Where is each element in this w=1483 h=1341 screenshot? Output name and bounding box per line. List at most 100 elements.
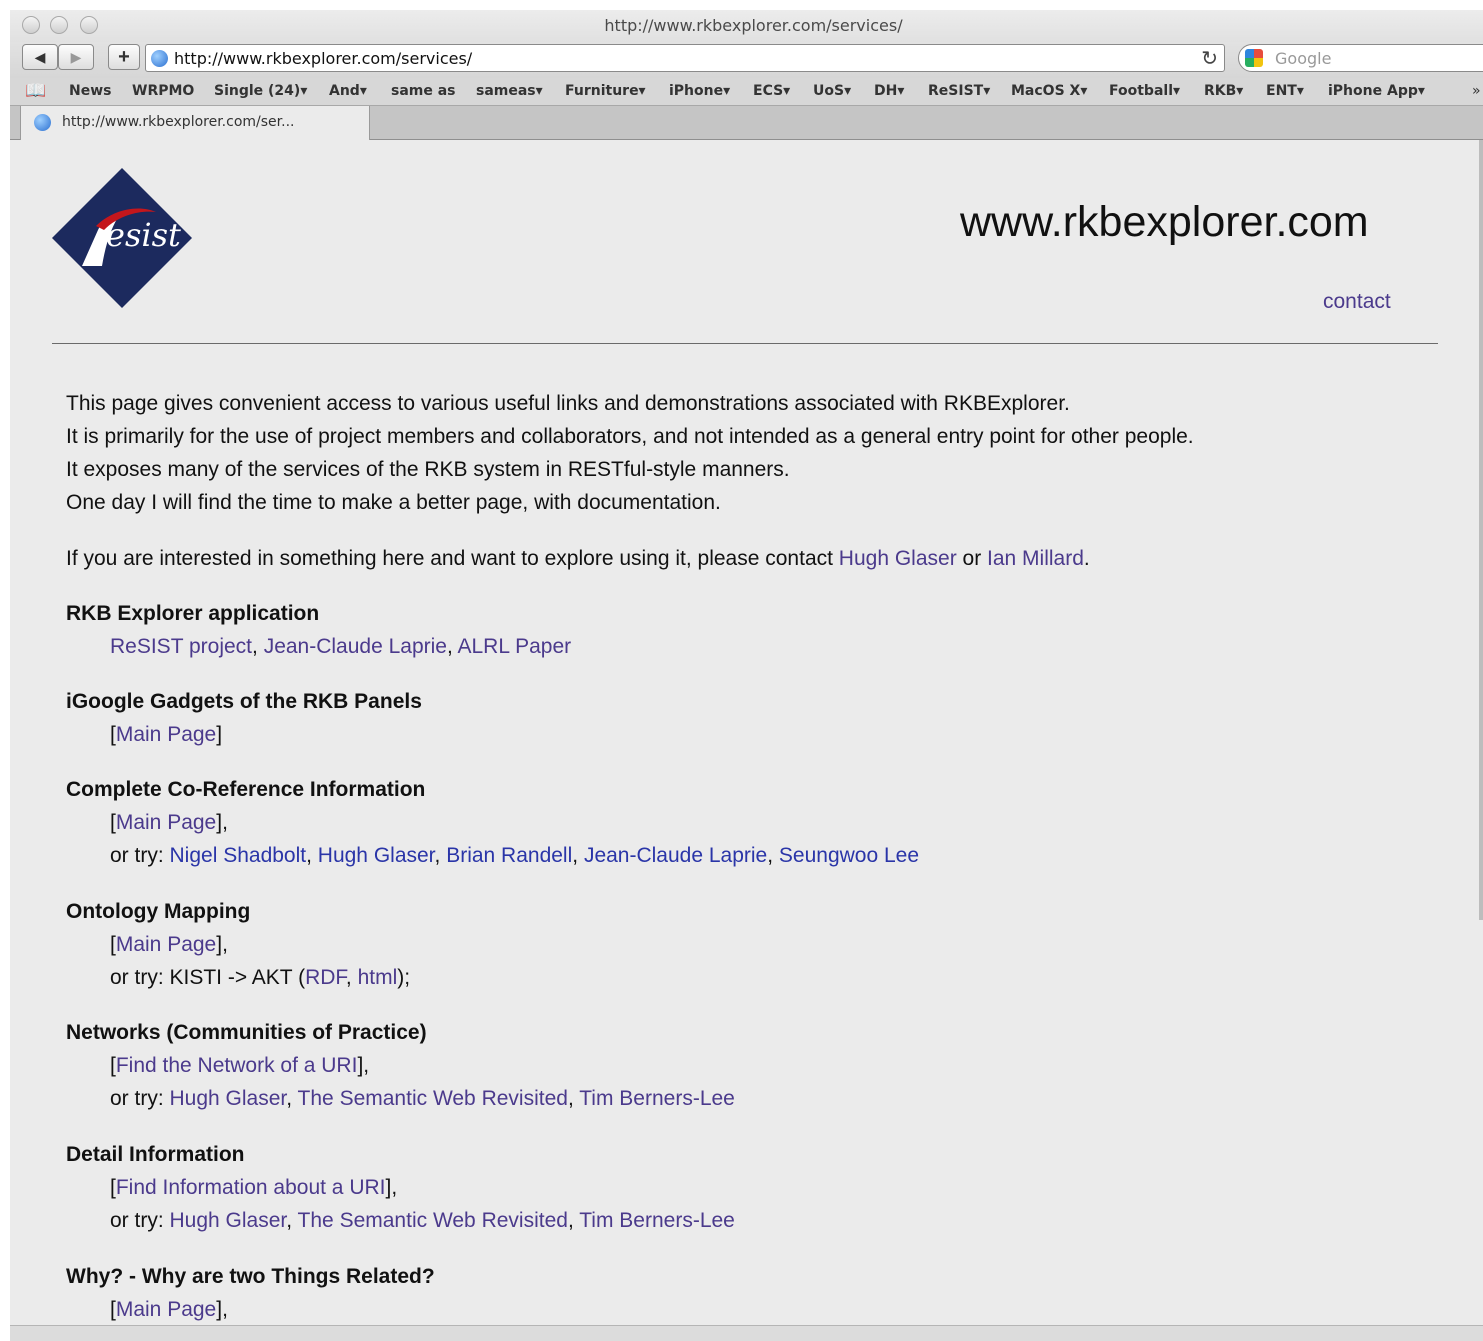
rdf-link[interactable]: RDF bbox=[305, 966, 346, 989]
detail-try: or try: Hugh Glaser, The Semantic Web Re… bbox=[110, 1209, 735, 1232]
tab-rkbexplorer-services[interactable]: http://www.rkbexplorer.com/ser... bbox=[20, 106, 370, 140]
site-globe-icon bbox=[151, 50, 168, 67]
site-title: www.rkbexplorer.com bbox=[960, 198, 1369, 246]
plus-icon: + bbox=[118, 45, 130, 68]
nigel-shadbolt-link[interactable]: Nigel Shadbolt bbox=[170, 844, 307, 867]
rkb-links: ReSIST project, Jean-Claude Laprie, ALRL… bbox=[110, 635, 572, 658]
tab-globe-icon bbox=[34, 114, 51, 131]
semantic-web-revisited-link[interactable]: The Semantic Web Revisited bbox=[298, 1209, 568, 1232]
bookmarks-book-icon[interactable]: 📖 bbox=[25, 81, 46, 101]
onto-try: or try: KISTI -> AKT (RDF, html); bbox=[110, 966, 411, 989]
back-arrow-icon: ◀ bbox=[34, 48, 46, 65]
back-button[interactable]: ◀ bbox=[22, 44, 58, 70]
why-main: [Main Page], bbox=[110, 1298, 228, 1321]
add-bookmark-button[interactable]: + bbox=[108, 44, 140, 70]
address-bar[interactable]: http://www.rkbexplorer.com/services/ ↻ bbox=[145, 44, 1225, 72]
logo-text: esist bbox=[106, 216, 181, 254]
page-content: esist www.rkbexplorer.com contact This p… bbox=[10, 140, 1483, 1325]
jean-claude-laprie-link[interactable]: Jean-Claude Laprie bbox=[264, 635, 447, 658]
try-label: or try: KISTI -> AKT ( bbox=[110, 966, 306, 989]
section-heading: Why? - Why are two Things Related? bbox=[66, 1265, 435, 1288]
bookmark-item[interactable]: Furniture▾ bbox=[565, 83, 646, 99]
bookmarks-bar: 📖 News WRPMO Single (24)▾ And▾ same as s… bbox=[10, 78, 1483, 106]
semantic-web-revisited-link[interactable]: The Semantic Web Revisited bbox=[298, 1087, 568, 1110]
forward-button[interactable]: ▶ bbox=[58, 44, 94, 70]
bookmark-item[interactable]: ENT▾ bbox=[1266, 83, 1304, 99]
bookmark-item[interactable]: And▾ bbox=[329, 83, 367, 99]
bookmark-item[interactable]: same as bbox=[391, 83, 456, 99]
bookmark-item[interactable]: News bbox=[69, 83, 111, 99]
bookmark-item[interactable]: ECS▾ bbox=[753, 83, 790, 99]
html-link[interactable]: html bbox=[358, 966, 398, 989]
onto-main-page-link[interactable]: Main Page bbox=[116, 933, 216, 956]
hugh-glaser-contact-link[interactable]: Hugh Glaser bbox=[839, 547, 957, 570]
hugh-glaser-link[interactable]: Hugh Glaser bbox=[170, 1209, 287, 1232]
browser-window: http://www.rkbexplorer.com/services/ ◀ ▶… bbox=[10, 10, 1483, 1341]
coref-main-page-link[interactable]: Main Page bbox=[116, 811, 216, 834]
search-field[interactable]: Google bbox=[1238, 44, 1483, 72]
detail-main: [Find Information about a URI], bbox=[110, 1176, 398, 1199]
bookmark-item[interactable]: WRPMO bbox=[132, 83, 194, 99]
toolbar: ◀ ▶ + http://www.rkbexplorer.com/service… bbox=[10, 42, 1483, 78]
try-end: ); bbox=[397, 966, 411, 989]
intro-line: It is primarily for the use of project m… bbox=[66, 425, 1194, 448]
status-bar bbox=[10, 1325, 1483, 1341]
try-label: or try: bbox=[110, 844, 170, 867]
ian-millard-contact-link[interactable]: Ian Millard bbox=[987, 547, 1084, 570]
section-heading: Detail Information bbox=[66, 1143, 245, 1166]
hugh-glaser-link[interactable]: Hugh Glaser bbox=[318, 844, 435, 867]
contact-link[interactable]: contact bbox=[1323, 290, 1391, 314]
bookmark-item[interactable]: DH▾ bbox=[874, 83, 904, 99]
jean-claude-laprie-link[interactable]: Jean-Claude Laprie bbox=[584, 844, 767, 867]
intro-line: It exposes many of the services of the R… bbox=[66, 458, 790, 481]
tab-bar: http://www.rkbexplorer.com/ser... bbox=[10, 106, 1483, 140]
tim-berners-lee-link[interactable]: Tim Berners-Lee bbox=[579, 1087, 735, 1110]
coref-try: or try: Nigel Shadbolt, Hugh Glaser, Bri… bbox=[110, 844, 920, 867]
section-heading: Ontology Mapping bbox=[66, 900, 251, 923]
hugh-glaser-link[interactable]: Hugh Glaser bbox=[170, 1087, 287, 1110]
scrollbar[interactable] bbox=[1479, 140, 1483, 920]
igoogle-main-page-link[interactable]: Main Page bbox=[116, 723, 216, 746]
onto-main: [Main Page], bbox=[110, 933, 228, 956]
bookmark-item[interactable]: MacOS X▾ bbox=[1011, 83, 1087, 99]
seungwoo-lee-link[interactable]: Seungwoo Lee bbox=[779, 844, 919, 867]
section-heading: RKB Explorer application bbox=[66, 602, 320, 625]
tab-label: http://www.rkbexplorer.com/ser... bbox=[62, 114, 295, 130]
forward-arrow-icon: ▶ bbox=[70, 48, 82, 65]
networks-main: [Find the Network of a URI], bbox=[110, 1054, 370, 1077]
section-heading: Complete Co-Reference Information bbox=[66, 778, 426, 801]
contact-paragraph: If you are interested in something here … bbox=[66, 547, 1090, 571]
intro-line: This page gives convenient access to var… bbox=[66, 392, 1070, 415]
networks-try: or try: Hugh Glaser, The Semantic Web Re… bbox=[110, 1087, 735, 1110]
section-heading: iGoogle Gadgets of the RKB Panels bbox=[66, 690, 422, 713]
resist-project-link[interactable]: ReSIST project bbox=[110, 635, 252, 658]
contact-text: If you are interested in something here … bbox=[66, 547, 839, 570]
reload-icon[interactable]: ↻ bbox=[1201, 46, 1218, 71]
find-information-link[interactable]: Find Information about a URI bbox=[116, 1176, 386, 1199]
intro-line: One day I will find the time to make a b… bbox=[66, 491, 721, 514]
bookmark-item[interactable]: UoS▾ bbox=[813, 83, 851, 99]
bookmark-item[interactable]: iPhone▾ bbox=[669, 83, 730, 99]
bookmark-item[interactable]: sameas▾ bbox=[476, 83, 543, 99]
bookmark-item[interactable]: Football▾ bbox=[1109, 83, 1180, 99]
find-network-link[interactable]: Find the Network of a URI bbox=[116, 1054, 358, 1077]
title-bar: http://www.rkbexplorer.com/services/ bbox=[10, 10, 1483, 42]
bookmarks-overflow-icon[interactable]: » bbox=[1472, 83, 1481, 99]
contact-text: or bbox=[956, 547, 988, 570]
bookmark-item[interactable]: ReSIST▾ bbox=[928, 83, 990, 99]
header-divider bbox=[52, 343, 1438, 344]
bookmark-item[interactable]: Single (24)▾ bbox=[214, 83, 307, 99]
resist-logo: esist bbox=[52, 168, 192, 308]
window-title: http://www.rkbexplorer.com/services/ bbox=[604, 16, 903, 35]
bookmark-item[interactable]: RKB▾ bbox=[1204, 83, 1243, 99]
igoogle-links: [Main Page] bbox=[110, 723, 223, 746]
brian-randell-link[interactable]: Brian Randell bbox=[446, 844, 572, 867]
bookmark-item[interactable]: iPhone App▾ bbox=[1328, 83, 1425, 99]
why-main-page-link[interactable]: Main Page bbox=[116, 1298, 216, 1321]
alrl-paper-link[interactable]: ALRL Paper bbox=[458, 635, 572, 658]
address-url[interactable]: http://www.rkbexplorer.com/services/ bbox=[174, 49, 472, 68]
coref-main: [Main Page], bbox=[110, 811, 228, 834]
google-icon bbox=[1245, 49, 1263, 67]
contact-text: . bbox=[1083, 547, 1090, 570]
tim-berners-lee-link[interactable]: Tim Berners-Lee bbox=[579, 1209, 735, 1232]
